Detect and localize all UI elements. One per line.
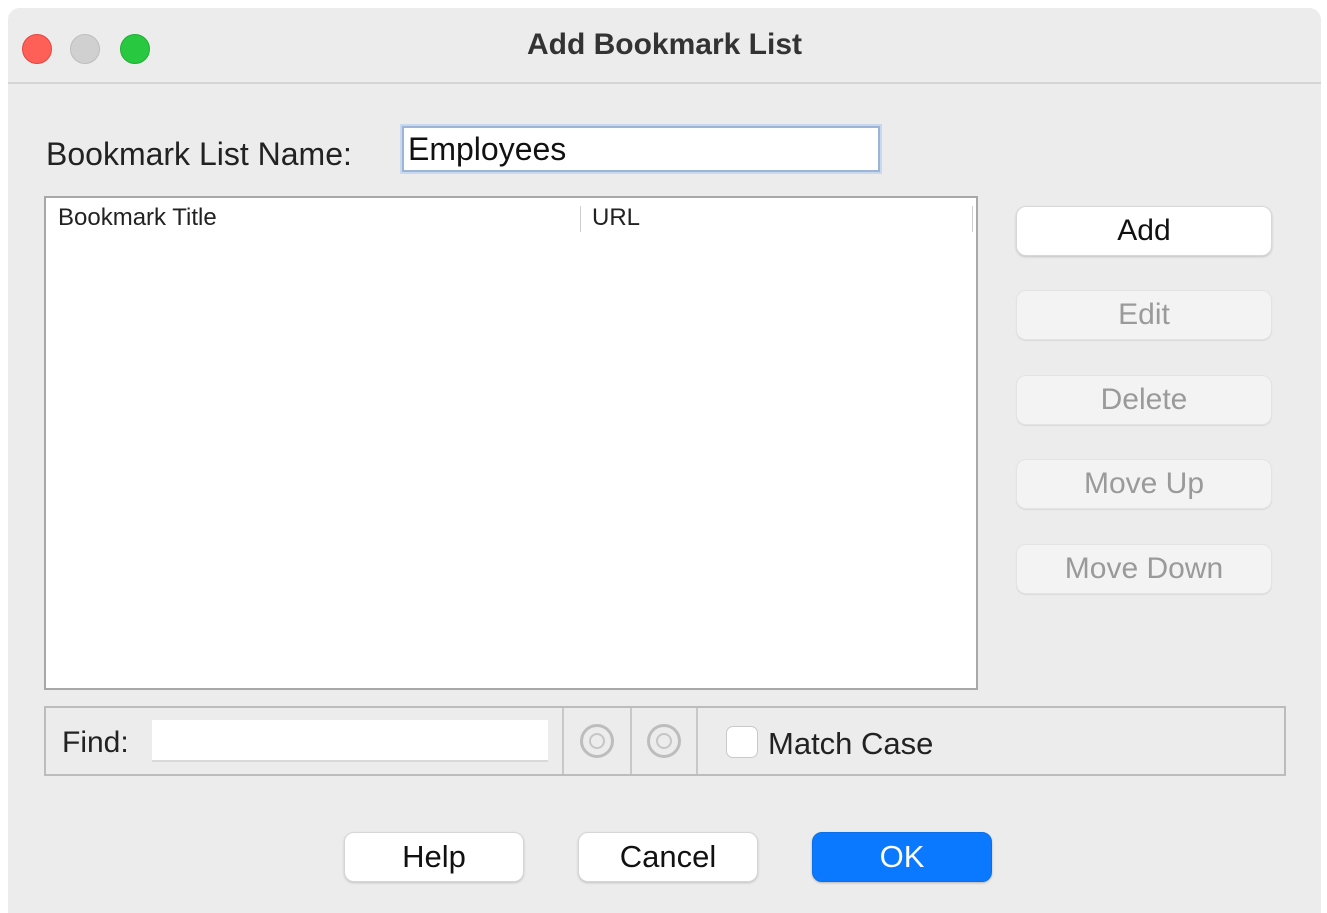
column-header-bookmark-title[interactable]: Bookmark Title: [58, 204, 217, 232]
column-header-url[interactable]: URL: [592, 204, 640, 232]
dialog-window: Add Bookmark List Bookmark List Name: Bo…: [8, 8, 1321, 913]
ok-button[interactable]: OK: [812, 832, 992, 882]
column-divider[interactable]: [580, 206, 581, 232]
edit-button[interactable]: Edit: [1016, 290, 1272, 340]
delete-button[interactable]: Delete: [1016, 375, 1272, 425]
find-previous-icon: [647, 724, 681, 758]
column-divider[interactable]: [972, 206, 973, 232]
move-down-button[interactable]: Move Down: [1016, 544, 1272, 594]
window-title: Add Bookmark List: [526, 28, 803, 61]
find-label: Find:: [62, 726, 129, 759]
find-bar: Find: Match Case: [44, 706, 1286, 776]
cancel-button[interactable]: Cancel: [578, 832, 758, 882]
match-case-checkbox[interactable]: [726, 726, 758, 758]
move-up-button[interactable]: Move Up: [1016, 459, 1272, 509]
bookmark-list-name-label: Bookmark List Name:: [46, 136, 352, 172]
title-bar: Add Bookmark List: [8, 8, 1321, 84]
find-next-icon: [580, 724, 614, 758]
bookmark-table[interactable]: Bookmark Title URL: [44, 196, 978, 690]
help-button[interactable]: Help: [344, 832, 524, 882]
find-previous-button[interactable]: [630, 708, 698, 774]
add-button[interactable]: Add: [1016, 206, 1272, 256]
bookmark-list-name-input[interactable]: [402, 126, 880, 172]
match-case-label[interactable]: Match Case: [768, 726, 933, 762]
find-next-button[interactable]: [562, 708, 630, 774]
find-input[interactable]: [152, 720, 548, 762]
